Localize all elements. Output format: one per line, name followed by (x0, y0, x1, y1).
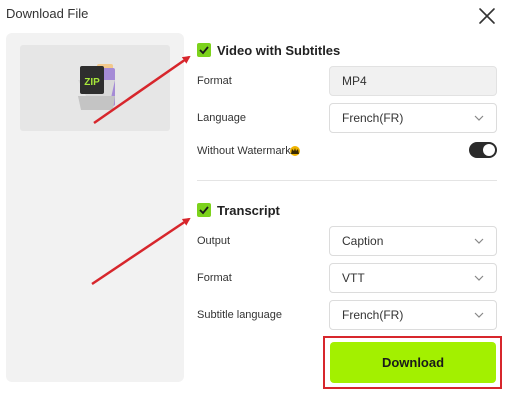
chevron-down-icon (474, 238, 484, 244)
file-thumbnail: ZIP (20, 45, 170, 131)
download-button[interactable]: Download (330, 342, 496, 383)
video-language-value: French(FR) (342, 111, 404, 125)
transcript-format-value: VTT (342, 271, 365, 285)
chevron-down-icon (474, 275, 484, 281)
premium-crown-icon (290, 146, 300, 156)
video-language-label: Language (197, 112, 246, 124)
video-language-select[interactable]: French(FR) (329, 103, 497, 133)
video-format-label: Format (197, 75, 232, 87)
section-divider (197, 180, 497, 181)
close-icon (479, 8, 495, 24)
dialog-title: Download File (6, 6, 89, 21)
preview-panel: ZIP (6, 33, 184, 382)
chevron-down-icon (474, 115, 484, 121)
transcript-checkbox[interactable] (197, 203, 211, 217)
subtitle-language-select[interactable]: French(FR) (329, 300, 497, 330)
subtitle-language-value: French(FR) (342, 308, 404, 322)
check-icon (199, 206, 209, 215)
zip-file-icon: ZIP (78, 64, 115, 110)
chevron-down-icon (474, 312, 484, 318)
video-subtitles-title: Video with Subtitles (217, 43, 341, 58)
transcript-title: Transcript (217, 203, 280, 218)
video-format-field: MP4 (329, 66, 497, 96)
watermark-toggle[interactable] (469, 142, 497, 158)
transcript-output-select[interactable]: Caption (329, 226, 497, 256)
transcript-format-label: Format (197, 272, 232, 284)
transcript-output-label: Output (197, 235, 231, 247)
video-format-value: MP4 (342, 74, 367, 88)
zip-badge-text: ZIP (84, 77, 100, 88)
watermark-label: Without Watermark (197, 145, 291, 157)
video-subtitles-checkbox[interactable] (197, 43, 211, 57)
download-dialog: Download File ZIP Video with Subtitles F… (0, 0, 506, 400)
close-button[interactable] (477, 6, 497, 26)
transcript-output-value: Caption (342, 234, 384, 248)
check-icon (199, 46, 209, 55)
toggle-knob (483, 144, 495, 156)
transcript-format-select[interactable]: VTT (329, 263, 497, 293)
subtitle-language-label: Subtitle language (197, 309, 283, 321)
